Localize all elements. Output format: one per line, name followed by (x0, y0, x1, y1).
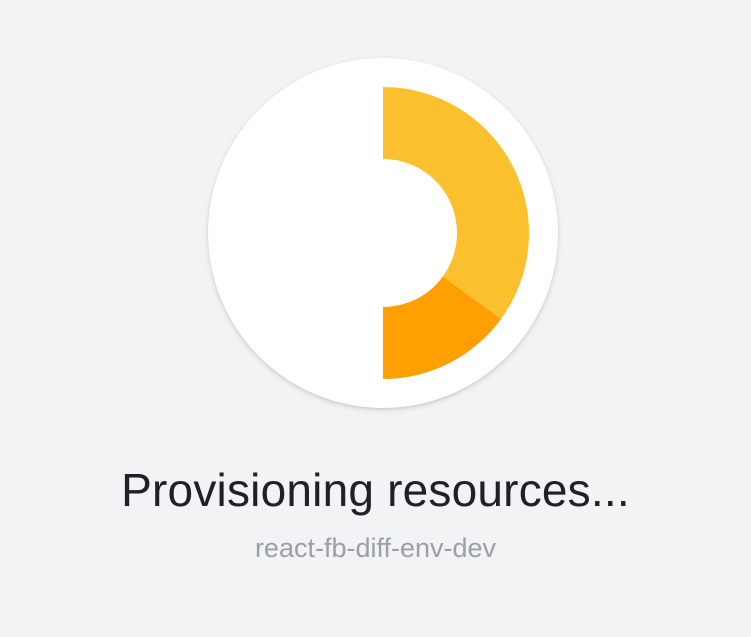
environment-name: react-fb-diff-env-dev (254, 533, 497, 563)
progress-ring-svg (383, 87, 529, 379)
yellow-segment (383, 87, 529, 319)
provisioning-screen: Provisioning resources... react-fb-diff-… (0, 0, 751, 637)
status-title: Provisioning resources... (121, 464, 630, 516)
progress-spinner (208, 58, 558, 408)
